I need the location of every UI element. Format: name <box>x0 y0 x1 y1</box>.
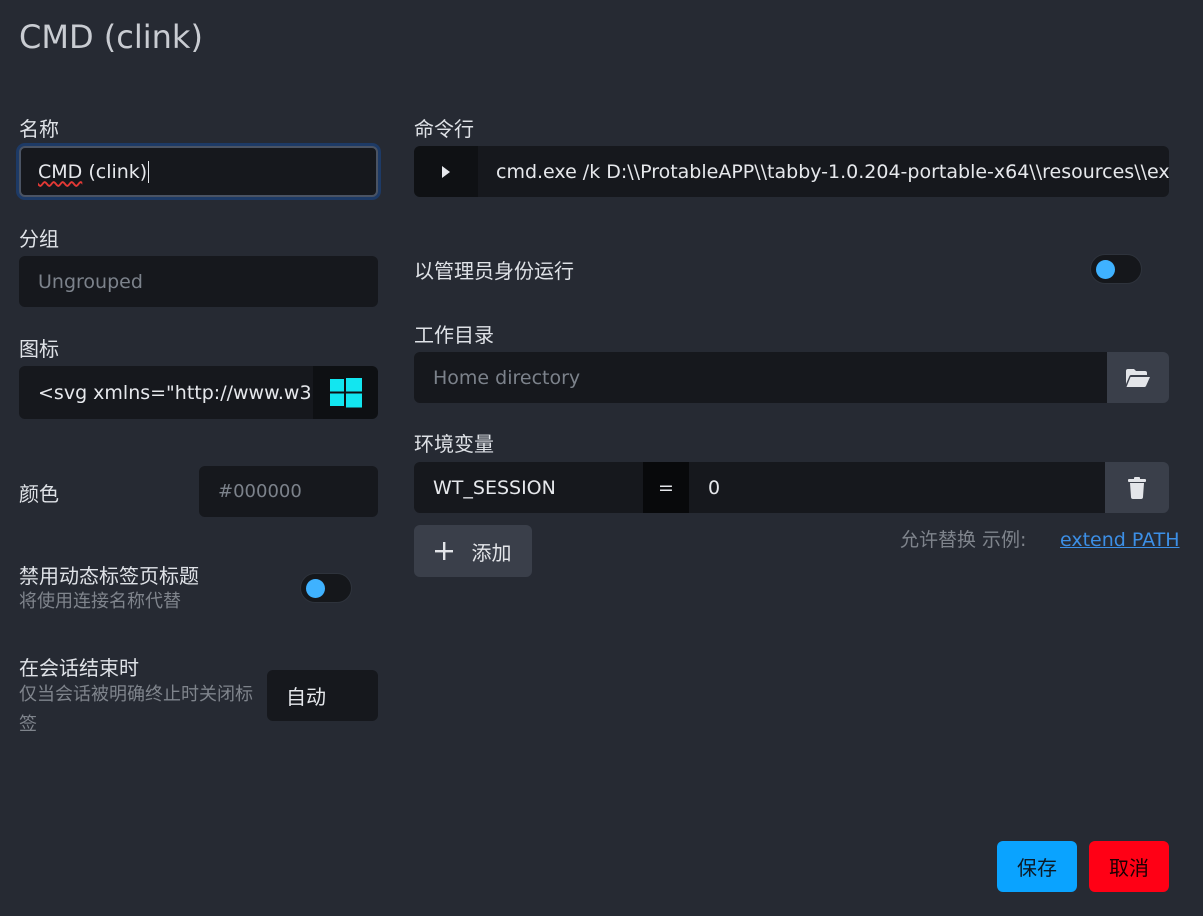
color-label: 颜色 <box>19 482 59 506</box>
command-expand-button[interactable] <box>414 146 478 197</box>
run-as-admin-label: 以管理员身份运行 <box>414 259 574 283</box>
trash-icon <box>1128 476 1146 499</box>
icon-input[interactable]: <svg xmlns="http://www.w3. <box>19 366 313 419</box>
working-dir-input[interactable]: Home directory <box>414 352 1107 403</box>
plus-icon <box>434 542 453 560</box>
disable-dynamic-title-label: 禁用动态标签页标题 <box>19 564 199 588</box>
session-end-select[interactable]: 自动 <box>267 670 378 721</box>
disable-dynamic-title-sublabel: 将使用连接名称代替 <box>19 591 181 612</box>
toggle-knob <box>306 579 325 598</box>
env-key-input[interactable]: WT_SESSION <box>414 462 643 513</box>
folder-open-icon <box>1126 368 1150 387</box>
env-label: 环境变量 <box>414 432 494 456</box>
working-dir-label: 工作目录 <box>414 323 494 347</box>
extend-path-link[interactable]: extend PATH <box>1060 529 1180 551</box>
profile-editor-dialog: CMD (clink) 名称 CMD (clink) 分组 Ungrouped … <box>0 0 1203 916</box>
group-input[interactable]: Ungrouped <box>19 256 378 307</box>
save-button[interactable]: 保存 <box>997 841 1077 892</box>
group-label: 分组 <box>19 227 59 251</box>
disable-dynamic-title-toggle[interactable] <box>300 573 352 603</box>
command-label: 命令行 <box>414 117 474 141</box>
env-add-label: 添加 <box>471 540 512 565</box>
icon-preview <box>313 366 378 419</box>
icon-label: 图标 <box>19 337 59 361</box>
cancel-button[interactable]: 取消 <box>1089 841 1169 892</box>
command-input[interactable]: cmd.exe /k D:\\ProtableAPP\\tabby-1.0.20… <box>478 146 1169 197</box>
toggle-knob <box>1096 260 1115 279</box>
env-hint-text: 允许替换 示例: <box>900 529 1027 551</box>
browse-directory-button[interactable] <box>1107 352 1169 403</box>
name-input[interactable]: CMD (clink) <box>19 146 378 197</box>
windows-logo-icon <box>329 377 362 407</box>
env-equals-sign: = <box>643 462 689 513</box>
name-label: 名称 <box>19 117 59 141</box>
env-add-button[interactable]: 添加 <box>414 525 532 577</box>
run-as-admin-toggle[interactable] <box>1090 254 1142 284</box>
name-input-rest: (clink) <box>82 160 148 183</box>
env-delete-button[interactable] <box>1105 462 1169 513</box>
dialog-title: CMD (clink) <box>19 18 203 56</box>
session-end-sublabel: 仅当会话被明确终止时关闭标签 <box>19 684 253 735</box>
text-caret <box>148 160 150 183</box>
color-input[interactable]: #000000 <box>199 466 378 517</box>
session-end-label: 在会话结束时 <box>19 656 139 680</box>
name-input-word: CMD <box>38 160 83 183</box>
env-value-input[interactable]: 0 <box>689 462 1105 513</box>
play-icon <box>442 165 450 178</box>
